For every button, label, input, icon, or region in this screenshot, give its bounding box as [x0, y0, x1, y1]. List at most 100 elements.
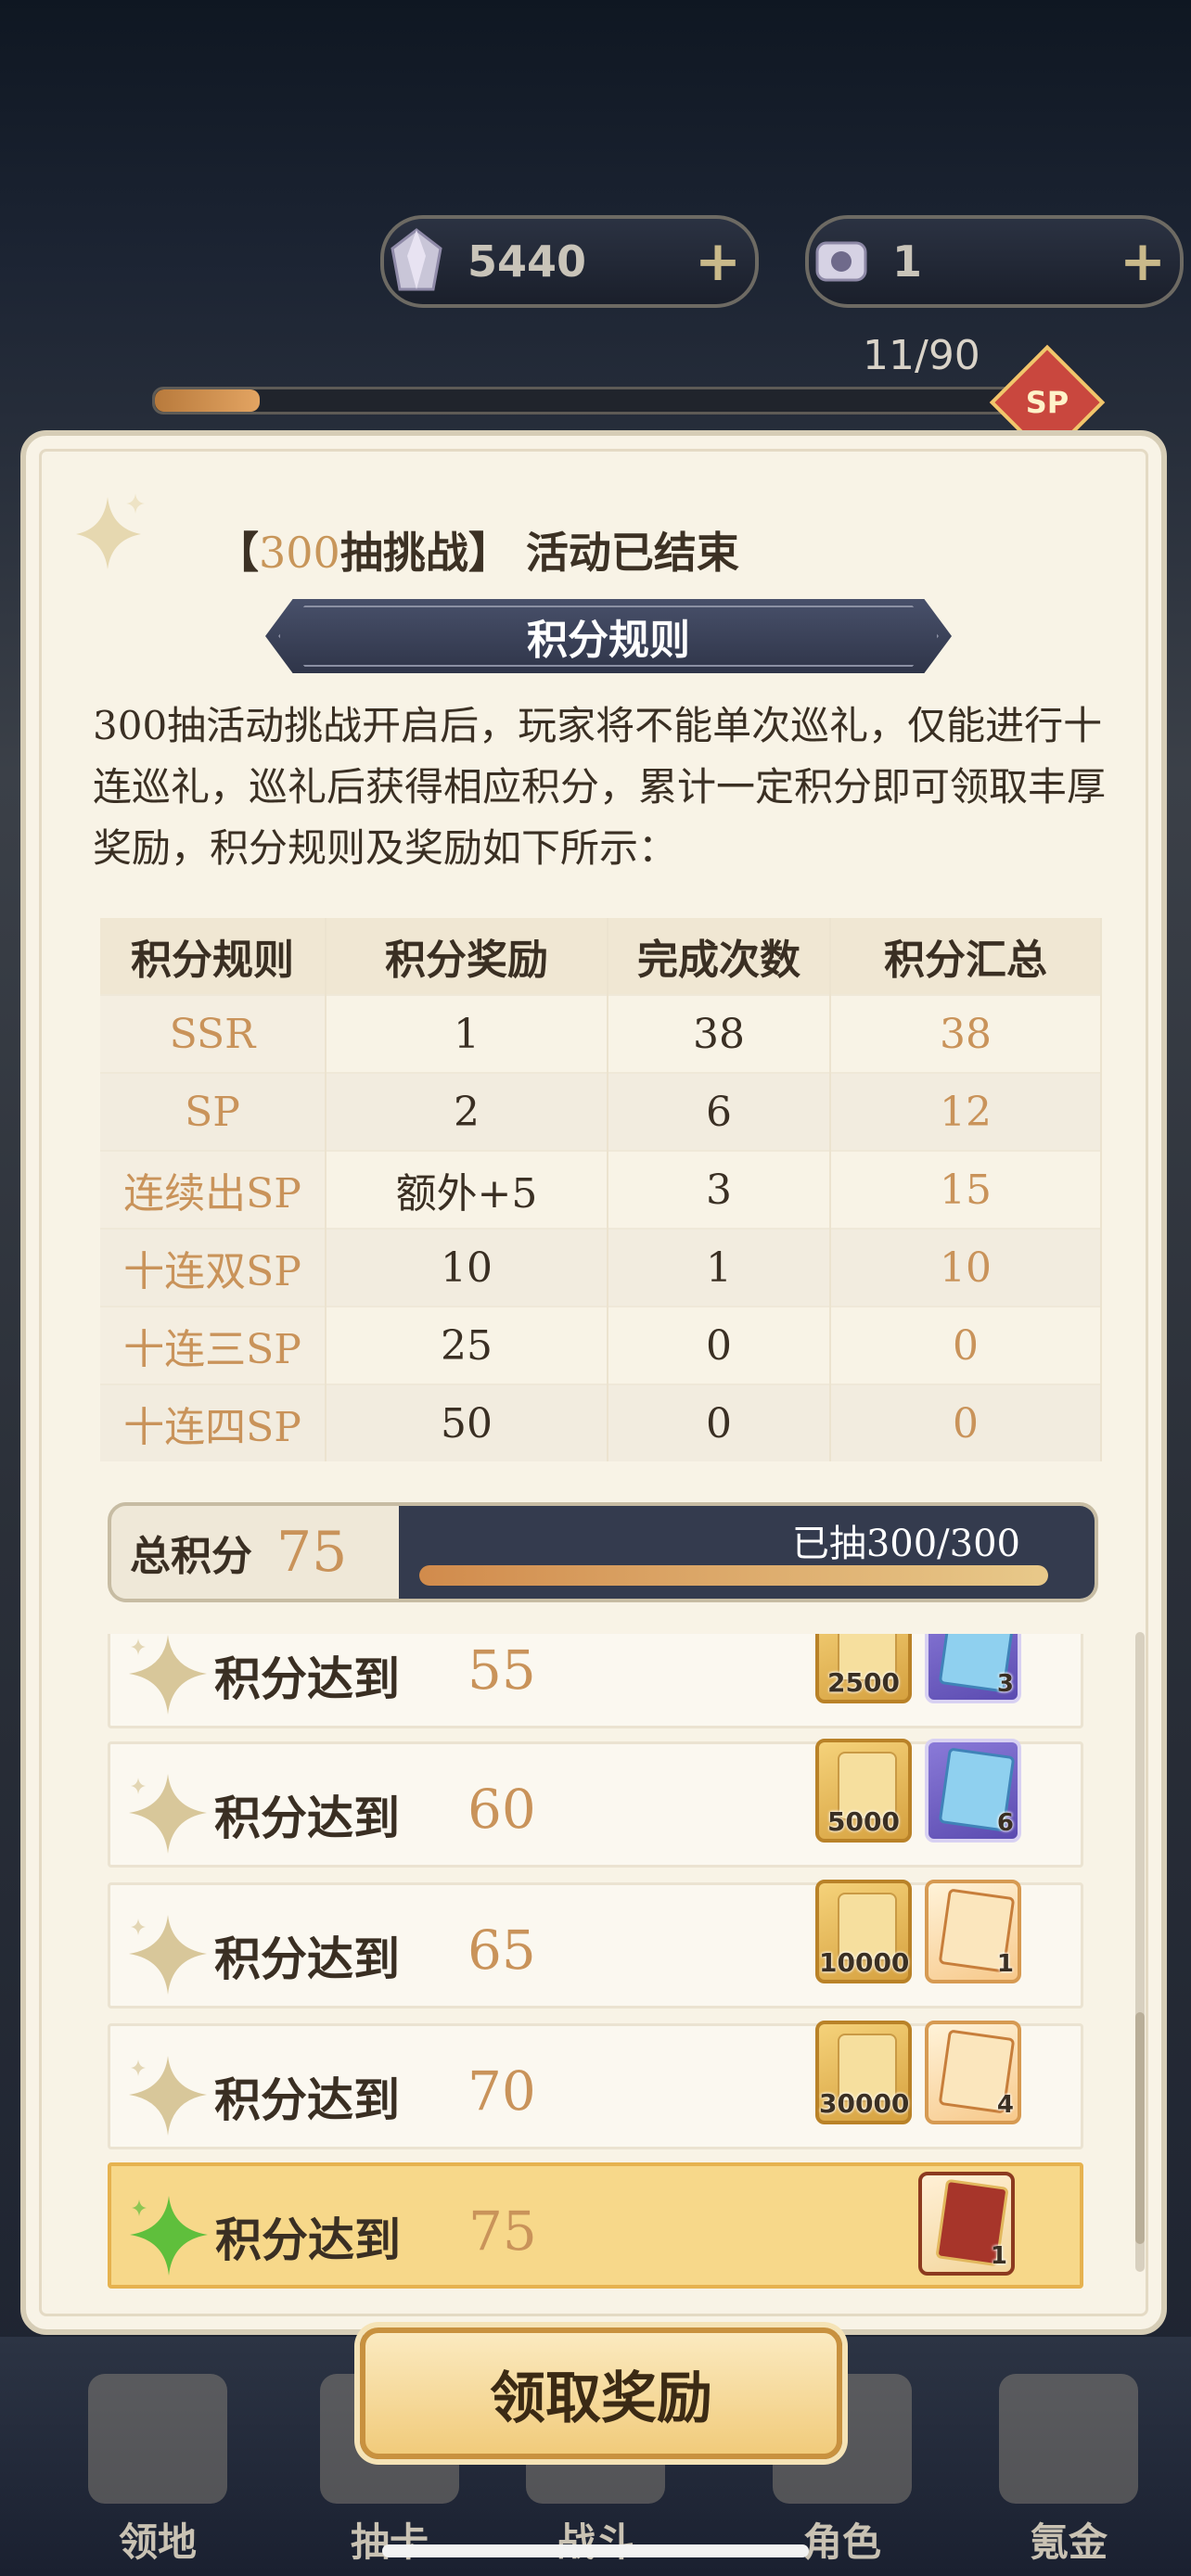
reward-list-scrollbar[interactable] — [1135, 1632, 1145, 2272]
crystal-currency[interactable]: 5440 + — [380, 215, 759, 308]
draw-count: 已抽300/300 — [791, 1523, 1020, 1565]
table-row: 十连三SP 25 0 0 — [100, 1306, 1102, 1384]
rule-total: 38 — [830, 994, 1102, 1073]
rules-description: 300抽活动挑战开启后，玩家将不能单次巡礼，仅能进行十连巡礼，巡礼后获得相应积分… — [93, 703, 1107, 871]
pity-progress-bar — [152, 387, 1020, 414]
reward-quantity: 5000 — [827, 1806, 900, 1837]
scrollbar-thumb[interactable] — [1135, 2012, 1145, 2244]
reward-list[interactable]: 积分达到 55 2500 3 积分达到 60 5000 6 积分达到 65 10000 1 积分达到 70… — [108, 1634, 1091, 2303]
reward-quantity: 3 — [996, 1670, 1014, 1698]
total-score-bar: 总积分 75 已抽300/300 — [108, 1502, 1098, 1602]
gold-ticket-reward[interactable]: 30000 — [815, 2021, 912, 2124]
reward-goal: 60 — [467, 1778, 536, 1841]
table-row: 十连双SP 10 1 10 — [100, 1228, 1102, 1307]
card-reward[interactable]: 4 — [925, 2021, 1021, 2124]
total-score-value: 75 — [276, 1520, 348, 1585]
rule-name: SSR — [100, 994, 327, 1073]
rule-count: 38 — [608, 994, 831, 1073]
reward-quantity: 4 — [996, 2091, 1014, 2119]
reward-quantity: 1 — [996, 1950, 1014, 1978]
ticket-count: 1 — [892, 236, 923, 287]
table-header: 积分汇总 — [830, 918, 1102, 995]
rule-name: SP — [100, 1072, 327, 1151]
gold-ticket-reward[interactable]: 10000 — [815, 1880, 912, 1983]
table-header: 完成次数 — [608, 918, 831, 995]
nav-label: 角色 — [802, 2519, 881, 2565]
total-score-label: 总积分 — [130, 1533, 252, 1580]
rule-total: 0 — [830, 1384, 1102, 1461]
rule-name: 十连双SP — [100, 1228, 327, 1307]
crystal-count: 5440 — [467, 236, 587, 287]
reward-row[interactable]: 积分达到 65 10000 1 — [108, 1880, 1083, 2009]
sp-card-reward[interactable]: 1 — [918, 2172, 1015, 2276]
card-reward[interactable]: 3 — [925, 1634, 1021, 1703]
table-row: 十连四SP 50 0 0 — [100, 1384, 1102, 1461]
home-indicator[interactable] — [382, 2544, 809, 2557]
ticket-scroll-icon — [800, 220, 883, 303]
reward-row[interactable]: 积分达到 60 5000 6 — [108, 1739, 1083, 1868]
table-row: 连续出SP 额外+5 3 15 — [100, 1150, 1102, 1229]
reward-quantity: 6 — [996, 1809, 1014, 1837]
nav-label: 领地 — [118, 2519, 197, 2565]
reward-label: 积分达到 — [215, 2213, 401, 2267]
reward-row[interactable]: 积分达到 75 1 — [108, 2162, 1083, 2289]
rule-total: 10 — [830, 1228, 1102, 1307]
add-ticket-button[interactable]: + — [1106, 229, 1180, 294]
draw-progress-fill — [419, 1565, 1048, 1586]
sparkle-icon — [123, 1768, 212, 1857]
rule-name: 连续出SP — [100, 1150, 327, 1229]
rule-total: 12 — [830, 1072, 1102, 1151]
rule-points: 50 — [326, 1384, 608, 1461]
table-row: SSR 1 38 38 — [100, 994, 1102, 1073]
gold-ticket-reward[interactable]: 5000 — [815, 1739, 912, 1843]
table-header-row: 积分规则 积分奖励 完成次数 积分汇总 — [100, 918, 1102, 995]
sparkle-icon — [76, 493, 145, 569]
table-header: 积分规则 — [100, 918, 327, 995]
total-score: 总积分 75 — [111, 1506, 399, 1599]
sparkle-icon — [123, 2050, 212, 2139]
reward-label: 积分达到 — [214, 1791, 400, 1845]
claim-reward-button[interactable]: 领取奖励 — [360, 2327, 842, 2459]
card-reward[interactable]: 6 — [925, 1739, 1021, 1843]
nav-label: 氪金 — [1029, 2519, 1108, 2565]
rule-points: 额外+5 — [326, 1150, 608, 1229]
castle-icon — [88, 2374, 227, 2504]
sparkle-icon — [123, 1634, 212, 1718]
sparkle-icon — [124, 2190, 213, 2279]
reward-goal: 75 — [468, 2200, 537, 2263]
reward-quantity: 2500 — [827, 1667, 900, 1698]
rule-points: 25 — [326, 1306, 608, 1384]
nav-territory[interactable]: 领地 — [65, 2374, 250, 2569]
rule-count: 0 — [608, 1384, 831, 1461]
reward-row[interactable]: 积分达到 55 2500 3 — [108, 1634, 1083, 1728]
rule-total: 15 — [830, 1150, 1102, 1229]
rule-points: 1 — [326, 994, 608, 1073]
reward-quantity: 30000 — [819, 2088, 910, 2119]
score-rules-table: 积分规则 积分奖励 完成次数 积分汇总 SSR 1 38 38 SP 2 6 1… — [100, 918, 1102, 1461]
rules-banner-label: 积分规则 — [527, 617, 690, 664]
rule-count: 3 — [608, 1150, 831, 1229]
reward-goal: 70 — [467, 2060, 536, 2123]
ticket-currency[interactable]: 1 + — [805, 215, 1184, 308]
challenge-panel: 【300抽挑战】 活动已结束 积分规则 300抽活动挑战开启后，玩家将不能单次巡… — [20, 430, 1167, 2335]
table-header: 积分奖励 — [326, 918, 608, 995]
reward-row[interactable]: 积分达到 70 30000 4 — [108, 2021, 1083, 2149]
nav-shop[interactable]: 氪金 — [976, 2374, 1161, 2569]
rule-points: 2 — [326, 1072, 608, 1151]
card-reward[interactable]: 1 — [925, 1880, 1021, 1983]
reward-quantity: 1 — [990, 2242, 1007, 2270]
add-crystal-button[interactable]: + — [681, 229, 755, 294]
pity-counter: 11/90 — [863, 332, 980, 379]
treasure-icon — [999, 2374, 1138, 2504]
gold-ticket-reward[interactable]: 2500 — [815, 1634, 912, 1703]
rule-name: 十连三SP — [100, 1306, 327, 1384]
sparkle-icon — [123, 1909, 212, 1998]
draw-progress-track — [419, 1565, 1048, 1586]
rule-count: 1 — [608, 1228, 831, 1307]
reward-quantity: 10000 — [819, 1947, 910, 1978]
reward-label: 积分达到 — [214, 2072, 400, 2127]
challenge-count: 300 — [259, 528, 340, 578]
rule-count: 6 — [608, 1072, 831, 1151]
panel-title: 【300抽挑战】 活动已结束 — [216, 528, 739, 578]
rules-banner: 积分规则 — [265, 599, 952, 673]
